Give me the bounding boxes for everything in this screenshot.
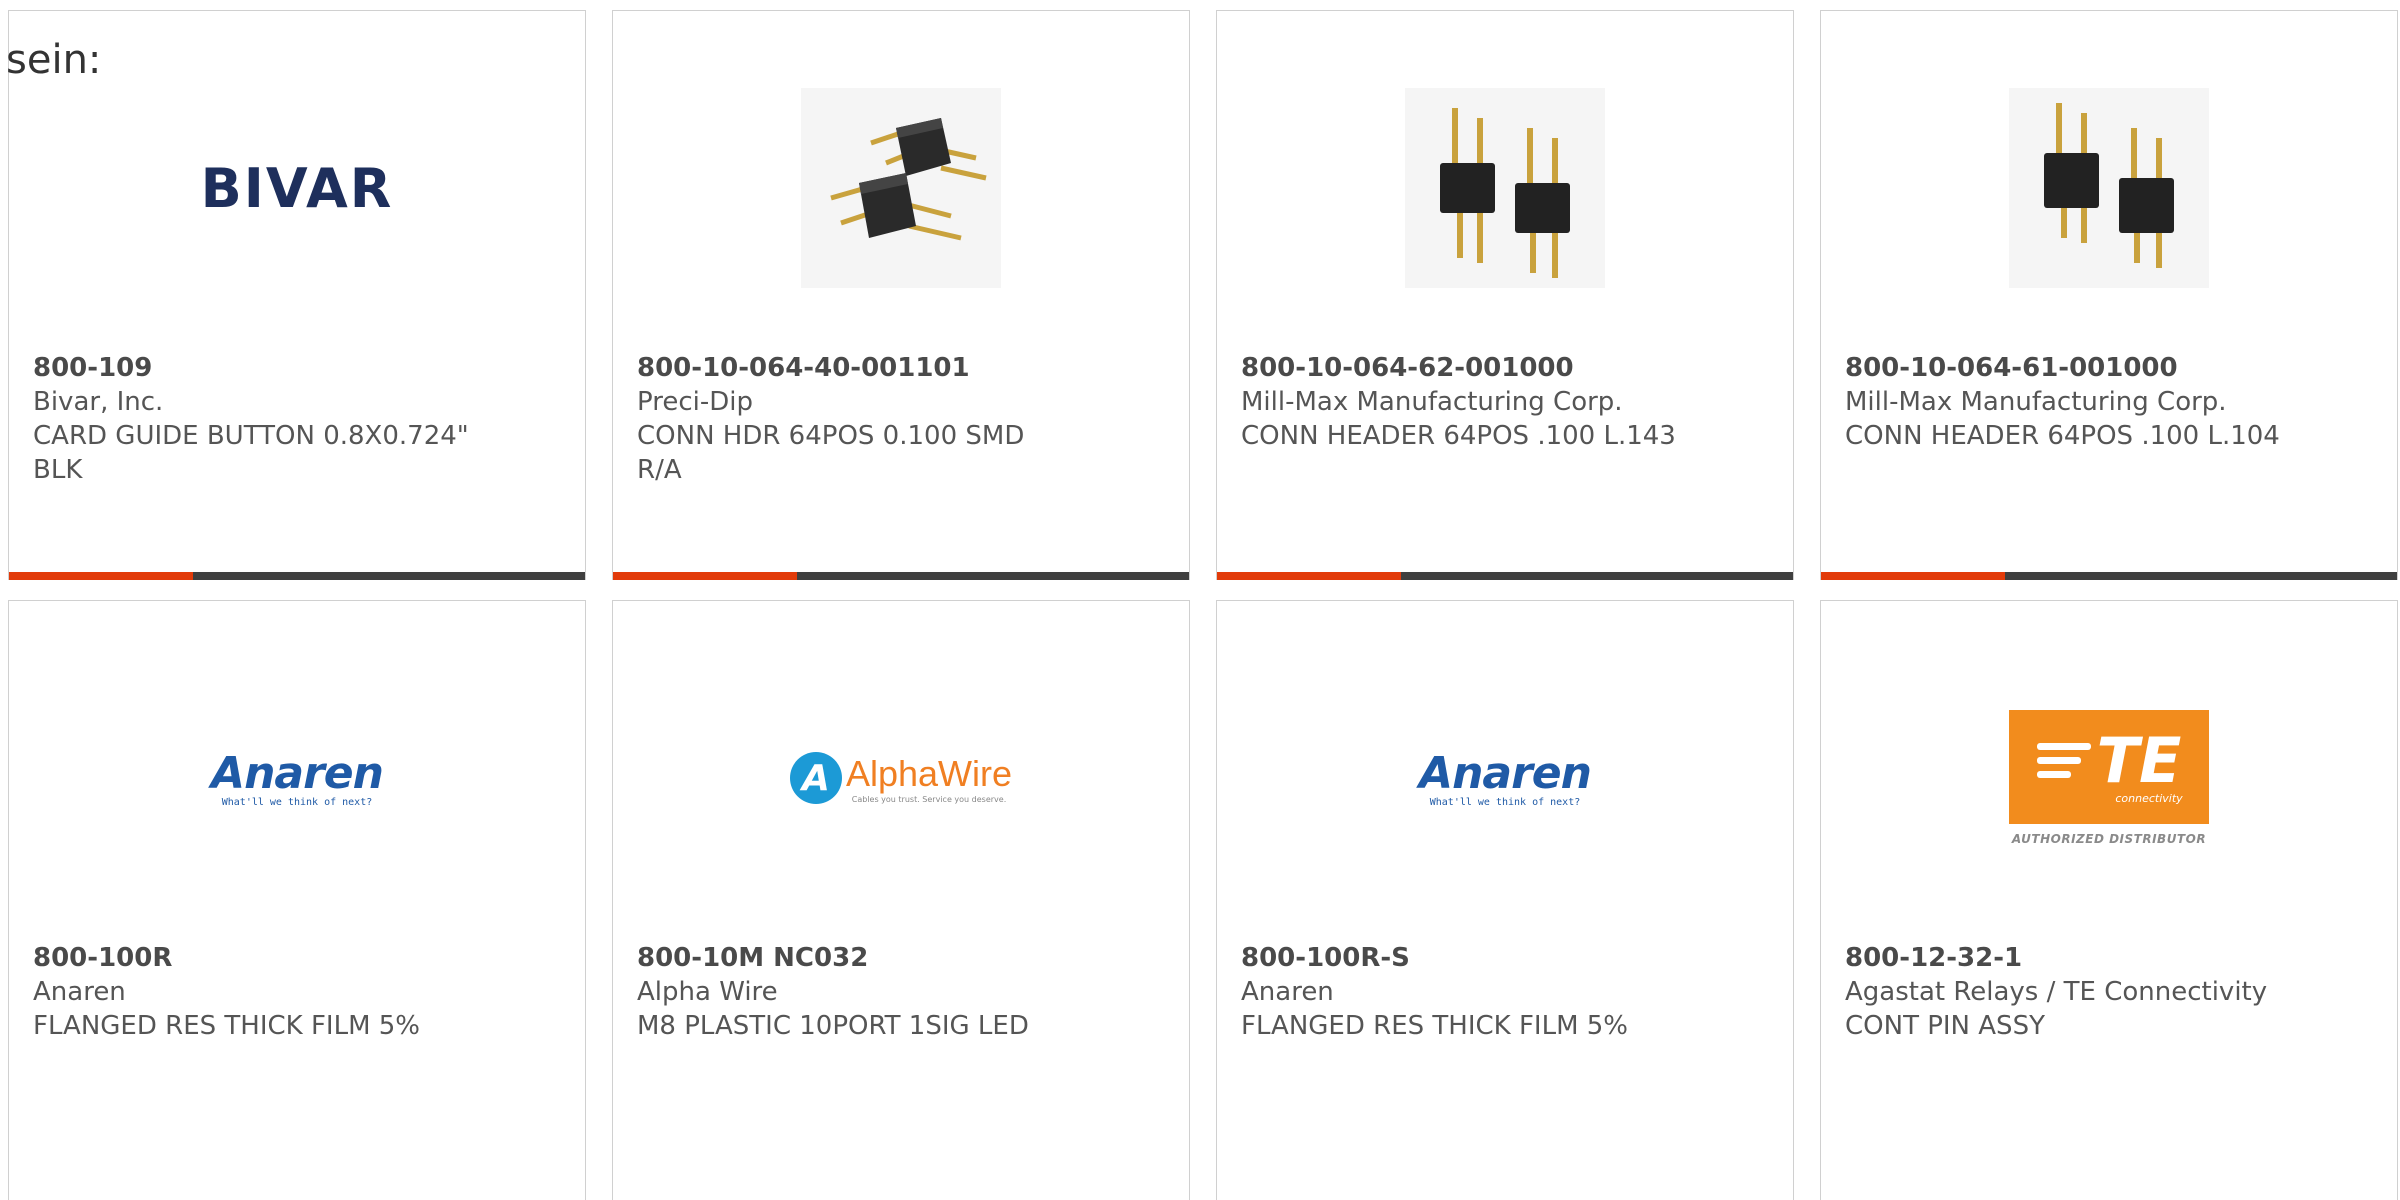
card-bottom-bar [1217,572,1793,580]
te-logo-subtext: connectivity [2115,791,2183,805]
product-description: FLANGED RES THICK FILM 5% [1241,1011,1629,1041]
product-card[interactable]: Anaren What'll we think of next? 800-100… [8,600,586,1200]
product-description: M8 PLASTIC 10PORT 1SIG LED [637,1011,1029,1041]
part-number[interactable]: 800-10-064-62-001000 [1241,351,1681,385]
part-number[interactable]: 800-10-064-61-001000 [1845,351,2285,385]
anaren-logo-tagline: What'll we think of next? [1429,797,1581,808]
anaren-logo-tagline: What'll we think of next? [221,797,373,808]
product-info: 800-10-064-40-001101 Preci-Dip CONN HDR … [637,351,1077,487]
manufacturer: Alpha Wire [637,977,778,1007]
product-card[interactable]: Anaren What'll we think of next? 800-100… [1216,600,1794,1200]
pin-header-photo [1405,88,1605,288]
part-number[interactable]: 800-12-32-1 [1845,941,2285,975]
product-info: 800-109 Bivar, Inc. CARD GUIDE BUTTON 0.… [33,351,473,487]
product-image[interactable]: TE connectivity AUTHORIZED DISTRIBUTOR [1821,673,2397,883]
product-image[interactable]: A AlphaWire Cables you trust. Service yo… [613,673,1189,883]
product-card[interactable]: BIVAR 800-109 Bivar, Inc. CARD GUIDE BUT… [8,10,586,580]
card-bar-accent [1217,572,1402,580]
alphawire-logo-tagline: Cables you trust. Service you deserve. [851,794,1007,804]
product-card[interactable]: A AlphaWire Cables you trust. Service yo… [612,600,1190,1200]
manufacturer: Mill-Max Manufacturing Corp. [1845,387,2227,417]
part-number[interactable]: 800-10-064-40-001101 [637,351,1077,385]
intro-text: sein: [6,37,102,83]
product-description: CONN HEADER 64POS .100 L.143 [1241,421,1676,451]
manufacturer: Preci-Dip [637,387,753,417]
product-card[interactable]: 800-10-064-62-001000 Mill-Max Manufactur… [1216,10,1794,580]
anaren-logo-word: Anaren [1419,748,1592,799]
product-description: CARD GUIDE BUTTON 0.8X0.724" BLK [33,421,469,485]
manufacturer: Anaren [33,977,126,1007]
part-number[interactable]: 800-100R-S [1241,941,1681,975]
te-stripes-icon [2036,743,2091,778]
part-number[interactable]: 800-109 [33,351,473,385]
product-description: FLANGED RES THICK FILM 5% [33,1011,421,1041]
te-connectivity-logo: TE connectivity AUTHORIZED DISTRIBUTOR [2009,710,2209,846]
authorized-distributor-badge: AUTHORIZED DISTRIBUTOR [2011,832,2207,846]
manufacturer: Agastat Relays / TE Connectivity [1845,977,2268,1007]
product-info: 800-10-064-61-001000 Mill-Max Manufactur… [1845,351,2285,453]
alphawire-logo: A AlphaWire Cables you trust. Service yo… [789,752,1013,804]
card-bottom-bar [613,572,1189,580]
product-info: 800-12-32-1 Agastat Relays / TE Connecti… [1845,941,2285,1043]
manufacturer: Anaren [1241,977,1334,1007]
product-card[interactable]: 800-10-064-61-001000 Mill-Max Manufactur… [1820,10,2398,580]
te-logo-word: TE [2096,723,2182,797]
product-description: CONN HEADER 64POS .100 L.104 [1845,421,2280,451]
anaren-logo: Anaren What'll we think of next? [211,748,384,808]
anaren-logo-word: Anaren [211,748,384,799]
product-image[interactable]: Anaren What'll we think of next? [1217,673,1793,883]
right-angle-header-photo [801,88,1001,288]
product-description: CONN HDR 64POS 0.100 SMD R/A [637,421,1025,485]
pin-header-photo [2009,88,2209,288]
card-bar-accent [1821,572,2006,580]
bivar-logo: BIVAR [200,156,394,220]
product-info: 800-10-064-62-001000 Mill-Max Manufactur… [1241,351,1681,453]
manufacturer: Mill-Max Manufacturing Corp. [1241,387,1623,417]
card-bar-accent [613,572,798,580]
product-grid: BIVAR 800-109 Bivar, Inc. CARD GUIDE BUT… [8,10,2400,1200]
product-info: 800-10M NC032 Alpha Wire M8 PLASTIC 10PO… [637,941,1077,1043]
product-info: 800-100R Anaren FLANGED RES THICK FILM 5… [33,941,473,1043]
product-image[interactable]: BIVAR [9,83,585,293]
product-image[interactable]: Anaren What'll we think of next? [9,673,585,883]
alphawire-logo-word: AlphaWire [845,752,1013,794]
alphawire-mark-icon: A [789,752,842,804]
product-card[interactable]: 800-10-064-40-001101 Preci-Dip CONN HDR … [612,10,1190,580]
product-card[interactable]: TE connectivity AUTHORIZED DISTRIBUTOR 8… [1820,600,2398,1200]
product-image[interactable] [1217,83,1793,293]
product-image[interactable] [1821,83,2397,293]
part-number[interactable]: 800-10M NC032 [637,941,1077,975]
anaren-logo: Anaren What'll we think of next? [1419,748,1592,808]
product-info: 800-100R-S Anaren FLANGED RES THICK FILM… [1241,941,1681,1043]
card-bar-accent [9,572,194,580]
te-logo-box: TE connectivity [2009,710,2209,824]
card-bottom-bar [9,572,585,580]
product-image[interactable] [613,83,1189,293]
part-number[interactable]: 800-100R [33,941,473,975]
card-bottom-bar [1821,572,2397,580]
manufacturer: Bivar, Inc. [33,387,164,417]
product-description: CONT PIN ASSY [1845,1011,2045,1041]
